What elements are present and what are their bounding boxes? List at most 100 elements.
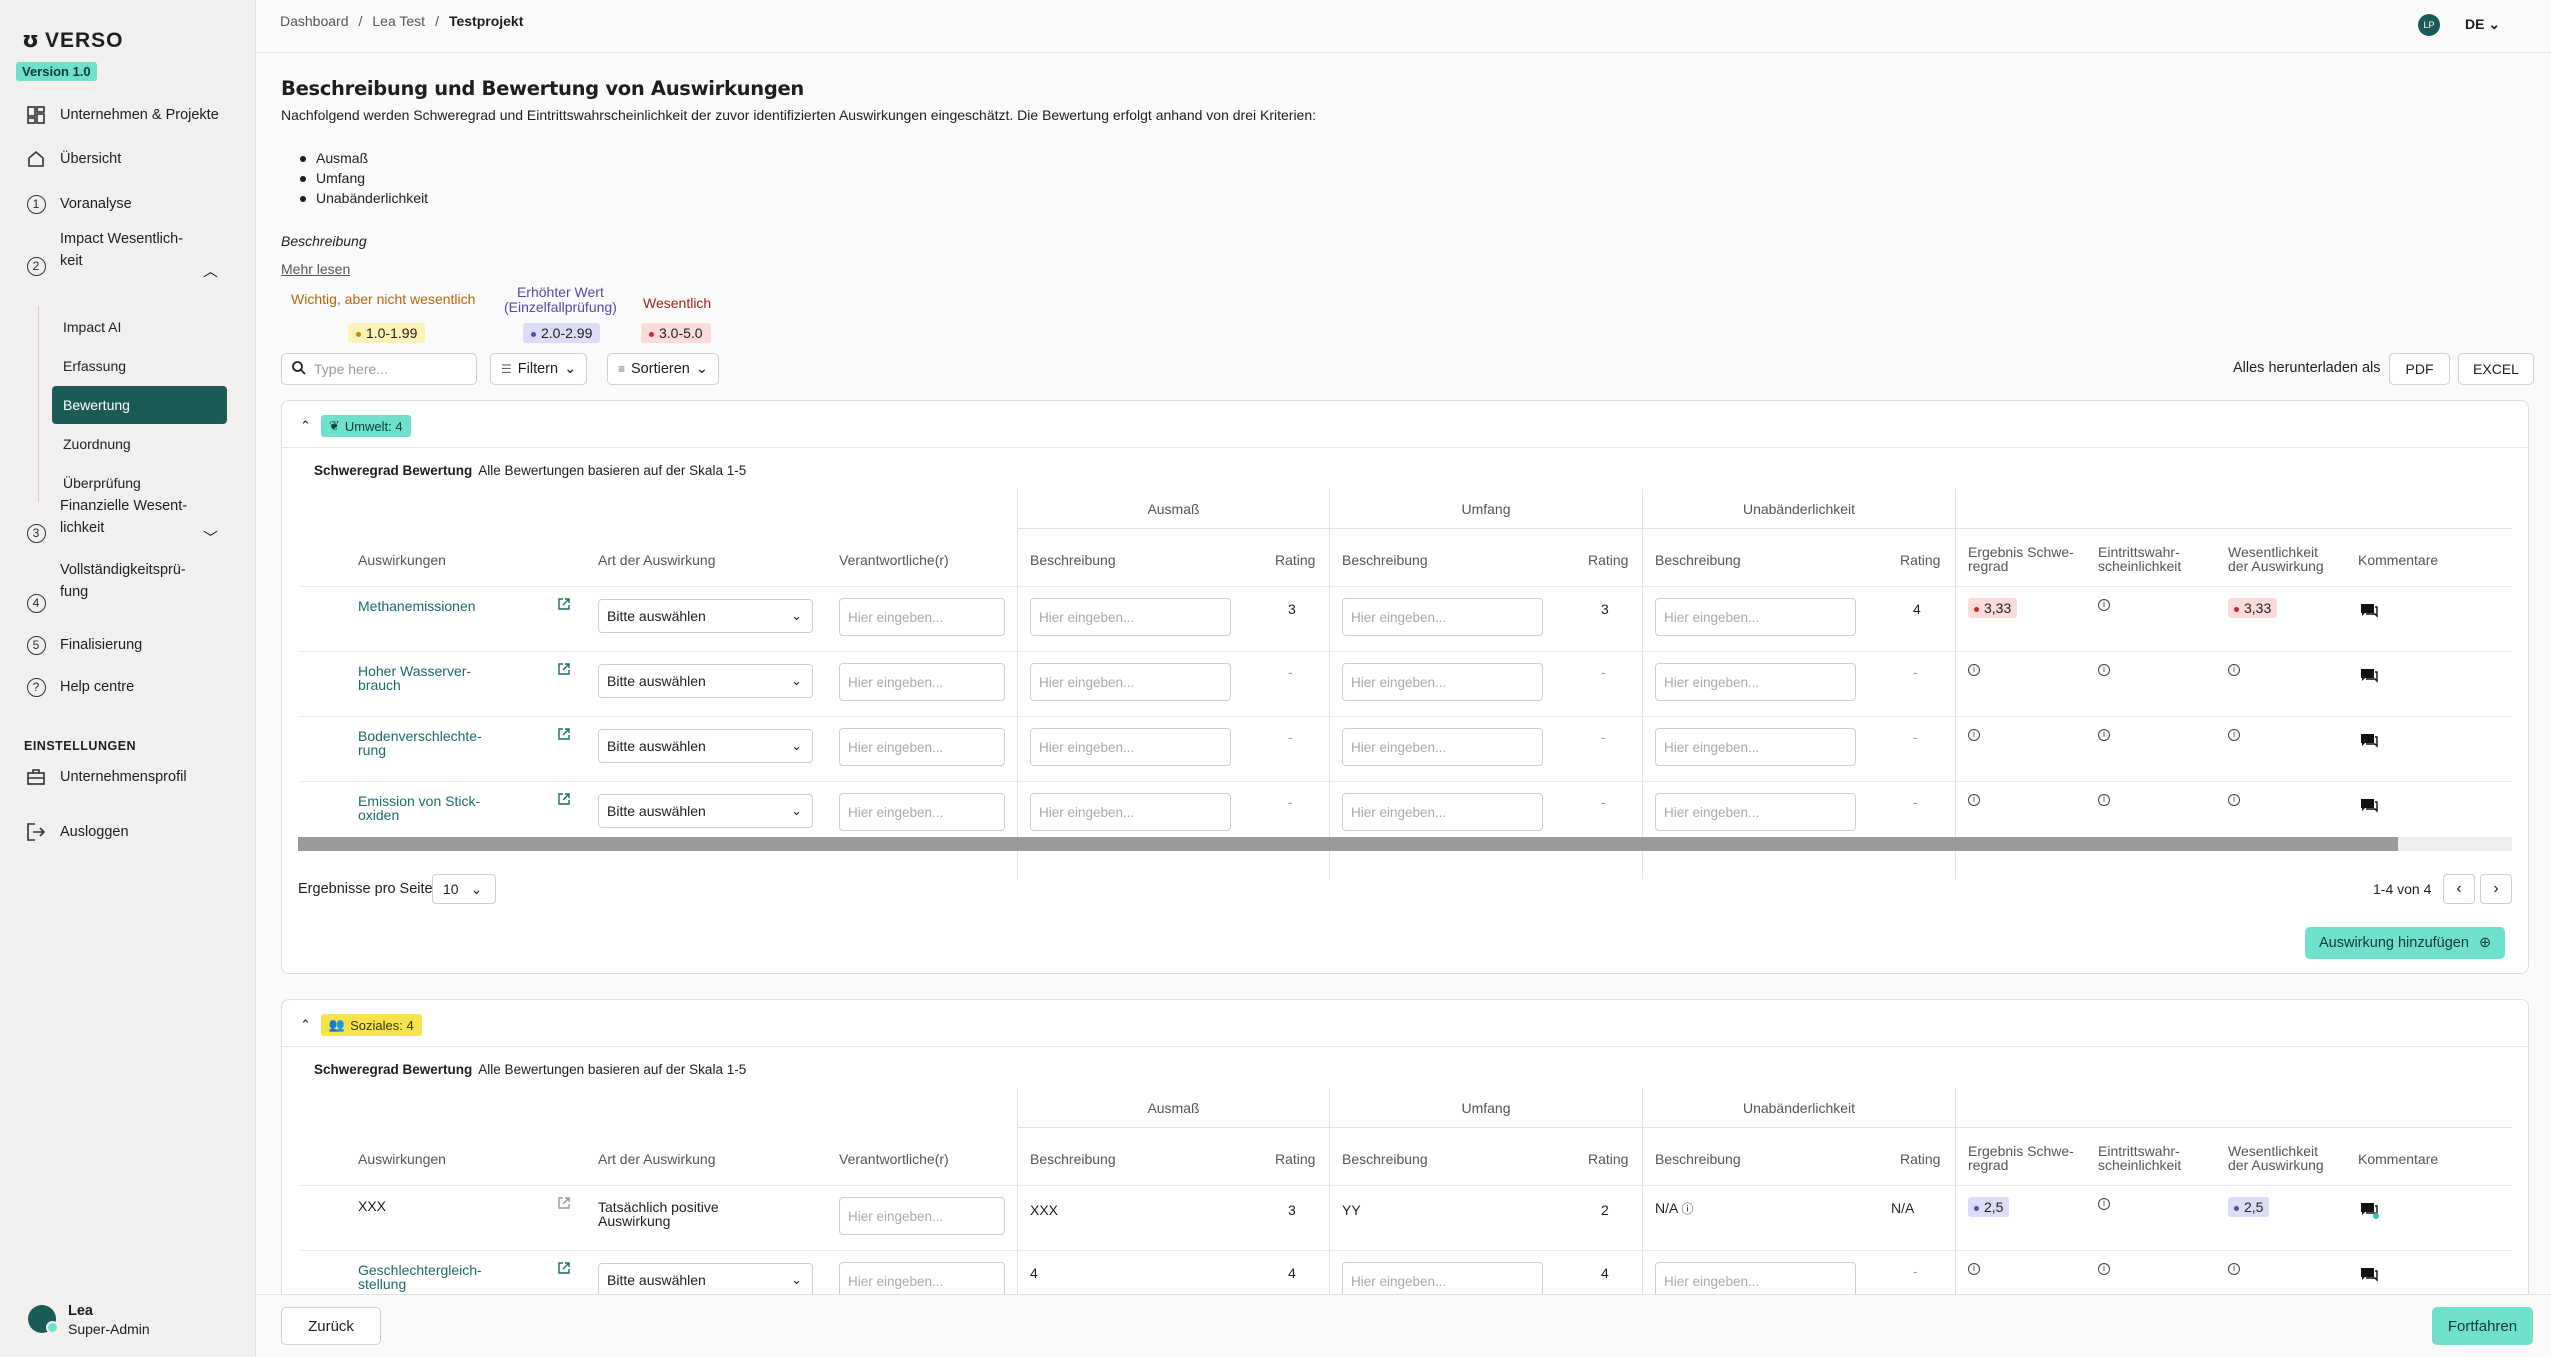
responsible-input[interactable]: Hier eingeben... bbox=[839, 1262, 1005, 1294]
excel-download-button[interactable]: EXCEL bbox=[2458, 353, 2534, 385]
description-input[interactable]: Hier eingeben... bbox=[1655, 663, 1856, 701]
rating-value: - bbox=[1913, 729, 1918, 745]
art-select[interactable]: Bitte auswählen ⌄ bbox=[598, 729, 813, 763]
info-icon[interactable]: i bbox=[1968, 729, 1980, 741]
subnav-erfassung[interactable]: Erfassung bbox=[52, 347, 227, 385]
subnav-bewertung[interactable]: Bewertung bbox=[52, 386, 227, 424]
info-icon[interactable]: i bbox=[2098, 729, 2110, 741]
category-header[interactable]: ⌃ ❦ Umwelt: 4 bbox=[300, 415, 411, 437]
comment-icon[interactable] bbox=[2360, 603, 2378, 618]
responsible-input[interactable]: Hier eingeben... bbox=[839, 728, 1005, 766]
subnav-impact-ai[interactable]: Impact AI bbox=[52, 308, 227, 346]
comment-icon[interactable] bbox=[2360, 733, 2378, 748]
impact-link[interactable]: Bodenverschlechte-rung bbox=[358, 729, 482, 757]
next-page-button[interactable]: › bbox=[2480, 874, 2512, 904]
external-link-icon[interactable] bbox=[558, 662, 570, 678]
step-3-icon: 3 bbox=[25, 522, 47, 544]
category-header[interactable]: ⌃ 👥 Soziales: 4 bbox=[300, 1014, 422, 1036]
chevron-up-icon[interactable]: ︿ bbox=[203, 260, 218, 281]
info-icon[interactable]: i bbox=[1968, 794, 1980, 806]
impact-name[interactable]: XXX bbox=[358, 1198, 386, 1214]
description-input[interactable]: Hier eingeben... bbox=[1030, 728, 1231, 766]
description-input[interactable]: Hier eingeben... bbox=[1030, 663, 1231, 701]
external-link-icon[interactable] bbox=[558, 792, 570, 808]
info-icon[interactable]: i bbox=[2098, 1198, 2110, 1210]
art-select[interactable]: Bitte auswählen ⌄ bbox=[598, 599, 813, 633]
art-select[interactable]: Bitte auswählen ⌄ bbox=[598, 664, 813, 698]
impact-link[interactable]: Geschlechtergleich-stellung bbox=[358, 1263, 482, 1291]
info-icon[interactable]: i bbox=[2228, 664, 2240, 676]
horizontal-scrollbar[interactable] bbox=[298, 837, 2512, 851]
description-input[interactable]: Hier eingeben... bbox=[1342, 1262, 1543, 1294]
description-input[interactable]: Hier eingeben... bbox=[1655, 598, 1856, 636]
responsible-input[interactable]: Hier eingeben... bbox=[839, 793, 1005, 831]
external-link-icon[interactable] bbox=[558, 597, 570, 613]
sort-button[interactable]: ≡ Sortieren ⌄ bbox=[607, 353, 720, 385]
col-auswirkungen[interactable]: Auswirkungen bbox=[358, 1152, 446, 1166]
read-more-link[interactable]: Mehr lesen bbox=[281, 261, 350, 277]
description-input[interactable]: Hier eingeben... bbox=[1030, 598, 1231, 636]
description-input[interactable]: Hier eingeben... bbox=[1342, 793, 1543, 831]
col-verantwortliche[interactable]: Verantwortliche(r) bbox=[839, 1152, 949, 1166]
chevron-down-icon: ⌄ bbox=[2488, 16, 2501, 32]
col-auswirkungen[interactable]: Auswirkungen bbox=[358, 553, 446, 567]
art-select[interactable]: Bitte auswählen ⌄ bbox=[598, 794, 813, 828]
chevron-up-icon[interactable]: ⌃ bbox=[300, 1017, 311, 1033]
description-input[interactable]: Hier eingeben... bbox=[1030, 793, 1231, 831]
impact-link[interactable]: Hoher Wasserver-brauch bbox=[358, 664, 471, 692]
responsible-input[interactable]: Hier eingeben... bbox=[839, 663, 1005, 701]
description-input[interactable]: Hier eingeben... bbox=[1342, 728, 1543, 766]
description-input[interactable]: Hier eingeben... bbox=[1342, 663, 1543, 701]
comment-icon[interactable] bbox=[2360, 1202, 2379, 1219]
pdf-download-button[interactable]: PDF bbox=[2389, 353, 2450, 385]
subnav-zuordnung[interactable]: Zuordnung bbox=[52, 425, 227, 463]
chevron-up-icon[interactable]: ⌃ bbox=[300, 418, 311, 434]
col-beschreibung-ausmass: Beschreibung bbox=[1030, 552, 1116, 568]
continue-button[interactable]: Fortfahren bbox=[2432, 1307, 2533, 1345]
comment-icon[interactable] bbox=[2360, 668, 2378, 683]
info-icon[interactable]: ⓘ bbox=[1681, 1202, 1693, 1216]
info-icon[interactable]: i bbox=[2228, 794, 2240, 806]
chevron-down-icon[interactable]: ﹀ bbox=[203, 527, 218, 548]
user-profile[interactable]: Lea Super-Admin bbox=[28, 1303, 150, 1337]
impact-link[interactable]: Emission von Stick-oxiden bbox=[358, 794, 480, 822]
back-button[interactable]: Zurück bbox=[281, 1307, 381, 1345]
description-input[interactable]: Hier eingeben... bbox=[1342, 598, 1543, 636]
info-icon[interactable]: i bbox=[2098, 1263, 2110, 1275]
col-art[interactable]: Art der Auswirkung bbox=[598, 553, 716, 567]
info-icon[interactable]: i bbox=[1968, 1263, 1980, 1275]
info-icon[interactable]: i bbox=[1968, 664, 1980, 676]
criteria-item: Ausmaß bbox=[299, 150, 369, 166]
description-input[interactable]: Hier eingeben... bbox=[1655, 1262, 1856, 1294]
info-icon[interactable]: i bbox=[2228, 729, 2240, 741]
description-input[interactable]: Hier eingeben... bbox=[1655, 793, 1856, 831]
rating-value: - bbox=[1601, 794, 1606, 810]
info-icon[interactable]: i bbox=[2098, 664, 2110, 676]
search-input[interactable]: Type here... bbox=[281, 353, 477, 385]
filter-button[interactable]: ☰ Filtern ⌄ bbox=[490, 353, 588, 385]
info-icon[interactable]: i bbox=[2098, 599, 2110, 611]
external-link-icon[interactable] bbox=[558, 727, 570, 743]
col-art[interactable]: Art der Auswirkung bbox=[598, 1152, 716, 1166]
impact-link[interactable]: Methanemissionen bbox=[358, 599, 476, 613]
info-icon[interactable]: i bbox=[2228, 1263, 2240, 1275]
add-impact-button[interactable]: Auswirkung hinzufügen ⊕ bbox=[2305, 927, 2506, 959]
info-icon[interactable]: i bbox=[2098, 794, 2110, 806]
user-avatar-initials[interactable]: LP bbox=[2418, 14, 2440, 36]
scrollbar-thumb[interactable] bbox=[298, 837, 2398, 851]
col-verantwortliche[interactable]: Verantwortliche(r) bbox=[839, 553, 949, 567]
external-link-icon[interactable] bbox=[558, 1261, 570, 1277]
description-input[interactable]: Hier eingeben... bbox=[1655, 728, 1856, 766]
comment-icon[interactable] bbox=[2360, 798, 2378, 813]
comment-icon[interactable] bbox=[2360, 1267, 2378, 1282]
prev-page-button[interactable]: ‹ bbox=[2443, 874, 2475, 904]
art-select[interactable]: Bitte auswählen ⌄ bbox=[598, 1263, 813, 1294]
external-link-icon[interactable] bbox=[558, 1196, 570, 1212]
chevron-down-icon: ⌄ bbox=[791, 738, 802, 753]
crumb-dashboard[interactable]: Dashboard bbox=[280, 13, 349, 29]
crumb-lea-test[interactable]: Lea Test bbox=[372, 13, 425, 29]
language-select[interactable]: DE ⌄ bbox=[2465, 16, 2500, 33]
responsible-input[interactable]: Hier eingeben... bbox=[839, 598, 1005, 636]
responsible-input[interactable]: Hier eingeben... bbox=[839, 1197, 1005, 1235]
per-page-select[interactable]: 10 ⌄ bbox=[432, 874, 496, 904]
